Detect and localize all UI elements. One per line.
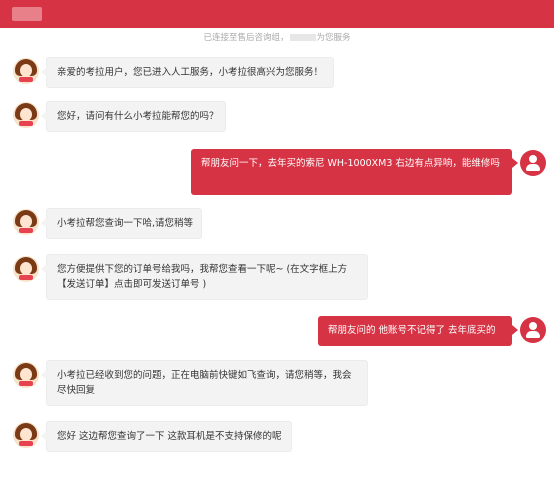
message-bubble-bot: 您好 这边帮您查询了一下 这款耳机是不支持保修的呢 bbox=[41, 421, 292, 452]
header-bar bbox=[0, 0, 554, 28]
bot-avatar-icon bbox=[13, 209, 39, 235]
message-bubble-bot: 您好，请问有什么小考拉能帮您的吗？ bbox=[41, 101, 226, 132]
message-bubble-user: 帮朋友问一下，去年买的索尼 WH-1000XM3 右边有点异响，能维修吗 bbox=[191, 149, 518, 195]
message-bubble-bot: 亲爱的考拉用户，您已进入人工服务，小考拉很高兴为您服务！ bbox=[41, 57, 334, 88]
bot-avatar-icon bbox=[13, 362, 39, 388]
header-title-redacted bbox=[12, 7, 42, 21]
bot-avatar-icon bbox=[13, 256, 39, 282]
user-avatar-icon bbox=[520, 150, 546, 176]
connection-notice: 已连接至售后咨询组， 为您服务 bbox=[0, 32, 554, 44]
message-bubble-bot: 小考拉已经收到您的问题，正在电脑前快键如飞查询，请您稍等，我会尽快回复 bbox=[41, 360, 368, 406]
user-avatar-icon bbox=[520, 317, 546, 343]
message-bubble-user: 帮朋友问的 他账号不记得了 去年底买的 bbox=[318, 316, 518, 346]
bot-avatar-icon bbox=[13, 58, 39, 84]
bot-avatar-icon bbox=[13, 102, 39, 128]
message-bubble-bot: 您方便提供下您的订单号给我吗，我帮您查看一下呢~ (在文字框上方【发送订单】点击… bbox=[41, 254, 368, 300]
notice-suffix: 为您服务 bbox=[316, 33, 351, 43]
redacted-agent-name bbox=[289, 34, 316, 41]
notice-prefix: 已连接至售后咨询组， bbox=[203, 33, 289, 43]
message-bubble-bot: 小考拉帮您查询一下哈,请您稍等 bbox=[41, 208, 202, 239]
bot-avatar-icon bbox=[13, 422, 39, 448]
